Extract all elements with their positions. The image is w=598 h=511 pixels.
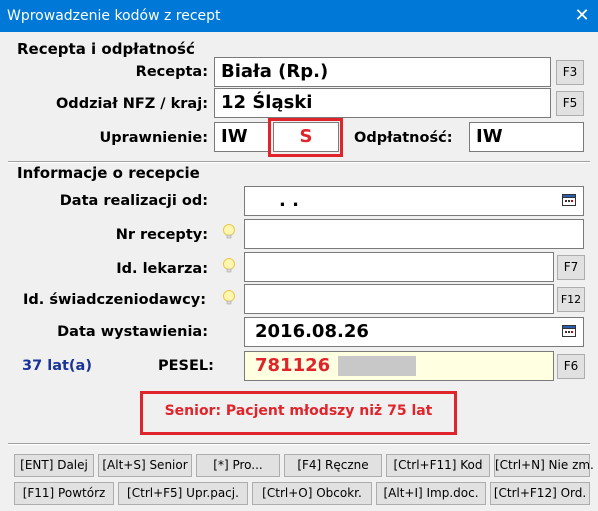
f3-button[interactable]: F3 [556,60,584,85]
uprawnienie-label: Uprawnienie: [99,130,208,146]
id-lekarza-field[interactable] [244,252,554,282]
senior-button[interactable]: [Alt+S] Senior [98,454,192,477]
oddzial-field[interactable]: 12 Śląski [214,88,551,118]
id-lekarza-label: Id. lekarza: [116,261,208,277]
f12-button[interactable]: F12 [557,287,585,312]
imp-doc-button[interactable]: [Alt+I] Imp.doc. [376,482,486,505]
uprawnienie-field[interactable]: IW [214,122,270,152]
pesel-value: 781126 [255,355,331,376]
data-wystawienia-field[interactable]: 2016.08.26 [244,317,584,347]
bottom-separator [8,443,590,445]
dalej-button[interactable]: [ENT] Dalej [14,454,94,477]
id-swiadczeniodawcy-field[interactable] [244,284,554,314]
f6-button[interactable]: F6 [557,354,585,379]
window-title: Wprowadzenie kodów z recept [7,8,221,24]
pesel-field[interactable]: 781126 [244,351,554,381]
upr-pacj-button[interactable]: [Ctrl+F5] Upr.pacj. [118,482,248,505]
f7-button[interactable]: F7 [557,255,585,280]
pesel-redacted-block [338,356,417,376]
close-icon[interactable]: ✕ [572,4,592,26]
section-separator [8,161,590,163]
calendar-icon[interactable] [562,194,576,206]
recepta-label: Recepta: [135,64,208,80]
data-wystawienia-label: Data wystawienia: [57,324,208,340]
data-realizacji-value: . . [279,190,299,211]
lightbulb-icon [223,290,235,305]
age-label: 37 lat(a) [22,358,92,374]
data-wystawienia-value: 2016.08.26 [255,321,369,342]
powtorz-button[interactable]: [F11] Powtórz [14,482,114,505]
highlight-box-uprawnienie [268,118,343,157]
pro-button[interactable]: [*] Pro... [196,454,280,477]
obcokr-button[interactable]: [Ctrl+O] Obcokr. [252,482,372,505]
data-realizacji-field[interactable]: . . [244,186,584,216]
odplatnosc-field[interactable]: IW [469,122,584,152]
senior-message: Senior: Pacjent młodszy niż 75 lat [164,403,433,419]
id-swiadczeniodawcy-label: Id. świadczeniodawcy: [23,292,207,308]
f5-button[interactable]: F5 [556,91,584,116]
nr-recepty-field[interactable] [244,219,584,249]
nie-zm-button[interactable]: [Ctrl+N] Nie zm. [494,454,594,477]
oddzial-label: Oddział NFZ / kraj: [55,96,208,112]
odplatnosc-label: Odpłatność: [354,130,453,146]
section-title-recepta: Recepta i odpłatność [17,40,195,58]
recepta-field[interactable]: Biała (Rp.) [214,57,551,87]
section-title-informacje: Informacje o recepcie [17,164,200,182]
lightbulb-icon [223,258,235,273]
calendar-icon[interactable] [562,325,576,337]
data-realizacji-label: Data realizacji od: [59,193,208,209]
dialog-window: Wprowadzenie kodów z recept ✕ Recepta i … [0,0,598,511]
reczne-button[interactable]: [F4] Ręczne [284,454,382,477]
ord-button[interactable]: [Ctrl+F12] Ord. [490,482,590,505]
pesel-label: PESEL: [158,358,214,374]
nr-recepty-label: Nr recepty: [115,227,208,243]
kod-button[interactable]: [Ctrl+F11] Kod [386,454,490,477]
lightbulb-icon [223,224,235,239]
title-bar: Wprowadzenie kodów z recept ✕ [0,0,598,32]
